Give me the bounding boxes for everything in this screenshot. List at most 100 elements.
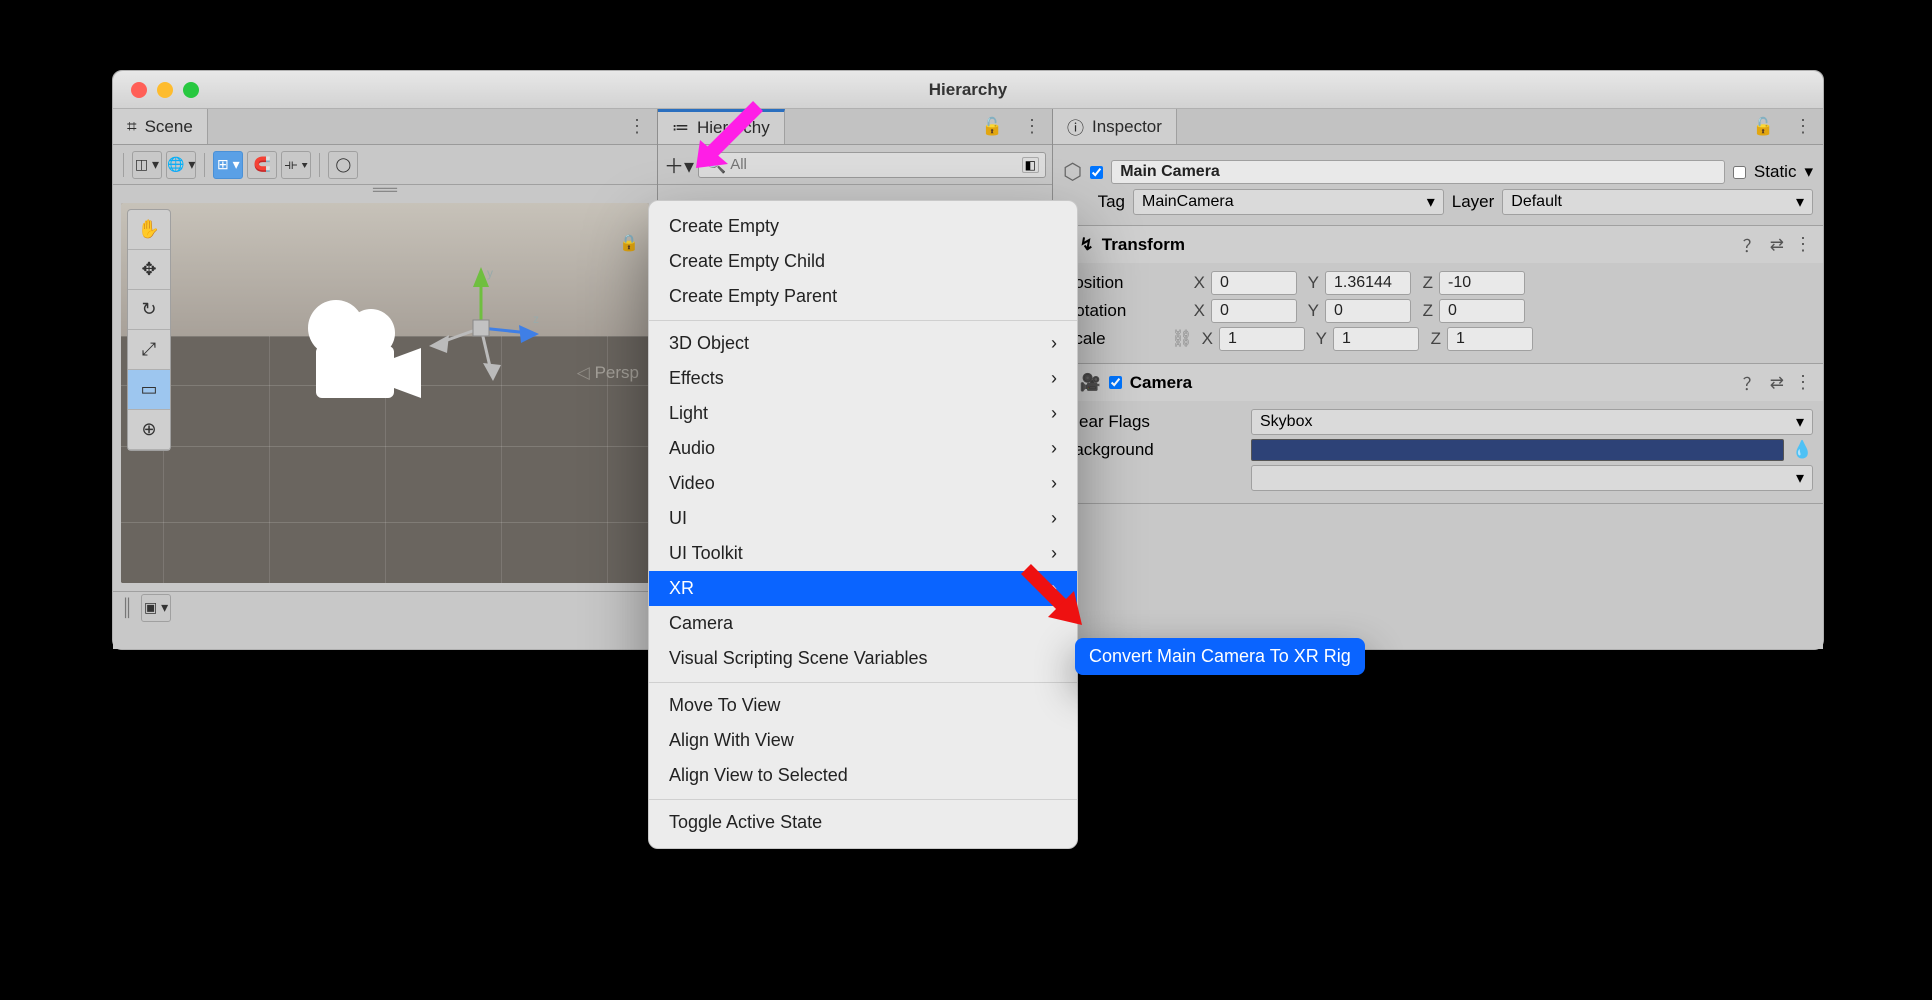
- snap-button[interactable]: 🧲: [247, 151, 277, 179]
- transform-tool[interactable]: ⊕: [128, 410, 170, 450]
- scene-footer: ║ ▣ ▾: [113, 591, 657, 623]
- info-icon: ⓘ: [1067, 114, 1084, 139]
- tab-label: Inspector: [1092, 117, 1162, 137]
- list-icon: ≔: [672, 118, 689, 138]
- static-checkbox[interactable]: [1733, 166, 1746, 179]
- name-field[interactable]: [1111, 160, 1725, 184]
- clear-flags-label: Clear Flags: [1063, 412, 1243, 432]
- help-icon[interactable]: ？: [1743, 370, 1760, 395]
- grid-toggle-button[interactable]: ⊞ ▾: [213, 151, 243, 179]
- inspector-lock[interactable]: 🔓: [1743, 109, 1784, 144]
- camera-gizmo-icon: [281, 298, 431, 408]
- hierarchy-options[interactable]: ⋮: [1013, 109, 1052, 144]
- hand-tool[interactable]: ✋: [128, 210, 170, 250]
- shading-mode-button[interactable]: ◫ ▾: [132, 151, 162, 179]
- static-dropdown-icon[interactable]: ▾: [1804, 162, 1813, 182]
- pos-x-field[interactable]: [1211, 271, 1297, 295]
- rot-x-field[interactable]: [1211, 299, 1297, 323]
- tab-scene[interactable]: ⌗ Scene: [113, 109, 208, 144]
- scene-pane: ⌗ Scene ⋮ ◫ ▾ 🌐 ▾ ⊞ ▾ 🧲 ⟛ ▾ ◯ ══: [113, 109, 658, 649]
- menu-item[interactable]: Create Empty Child: [649, 244, 1077, 279]
- increment-button[interactable]: ⟛ ▾: [281, 151, 311, 179]
- preset-icon[interactable]: ⇄: [1770, 235, 1784, 255]
- search-input[interactable]: [730, 156, 1017, 173]
- perspective-label[interactable]: ◁ Persp: [577, 363, 639, 383]
- link-icon[interactable]: ⛓: [1171, 329, 1191, 349]
- annotation-arrow-pink: [688, 96, 768, 176]
- kebab-icon: ⋮: [1794, 116, 1813, 137]
- help-icon[interactable]: ？: [1743, 232, 1760, 257]
- tab-inspector[interactable]: ⓘ Inspector: [1053, 109, 1177, 144]
- rot-y-field[interactable]: [1325, 299, 1411, 323]
- scl-y-field[interactable]: [1333, 327, 1419, 351]
- annotation-arrow-red: [1012, 555, 1092, 635]
- tag-dropdown[interactable]: MainCamera▾: [1133, 189, 1444, 215]
- pos-y-field[interactable]: [1325, 271, 1411, 295]
- menu-item[interactable]: Toggle Active State: [649, 799, 1077, 840]
- active-checkbox[interactable]: [1090, 166, 1103, 179]
- menu-item[interactable]: Create Empty Parent: [649, 279, 1077, 314]
- scl-z-field[interactable]: [1447, 327, 1533, 351]
- menu-item[interactable]: UI›: [649, 501, 1077, 536]
- background-color-field[interactable]: [1251, 439, 1784, 461]
- clear-flags-dropdown[interactable]: Skybox▾: [1251, 409, 1813, 435]
- scl-x-field[interactable]: [1219, 327, 1305, 351]
- rect-tool[interactable]: ▭: [128, 370, 170, 410]
- grid-icon: ⌗: [127, 117, 137, 137]
- scene-viewport[interactable]: 🔒 ✋ ✥ ↻ ⤢ ▭ ⊕ y: [121, 203, 649, 583]
- menu-item[interactable]: Visual Scripting Scene Variables: [649, 641, 1077, 676]
- axis-gizmo[interactable]: y z: [421, 263, 541, 383]
- inspector-pane: ⓘ Inspector 🔓 ⋮ ⬡ Static ▾ Tag: [1053, 109, 1823, 649]
- pos-z-field[interactable]: [1439, 271, 1525, 295]
- camera-component: ▾🎥Camera ？⇄⋮ Clear Flags Skybox▾ Backgro…: [1053, 364, 1823, 504]
- chevron-right-icon: ›: [1051, 473, 1057, 494]
- 2d-toggle-button[interactable]: 🌐 ▾: [166, 151, 196, 179]
- culling-dropdown[interactable]: ▾: [1251, 465, 1813, 491]
- kebab-icon[interactable]: ⋮: [1794, 234, 1813, 255]
- menu-item[interactable]: Align With View: [649, 723, 1077, 758]
- menu-item[interactable]: 3D Object›: [649, 320, 1077, 361]
- culling-mask-label: g: [1063, 468, 1243, 488]
- preset-icon[interactable]: ⇄: [1770, 373, 1784, 393]
- camera-enable-checkbox[interactable]: [1109, 376, 1122, 389]
- tab-options[interactable]: ⋮: [618, 109, 657, 144]
- chevron-down-icon: ▾: [1796, 468, 1804, 488]
- rotate-tool[interactable]: ↻: [128, 290, 170, 330]
- position-label: Position: [1063, 273, 1183, 293]
- pane-handle[interactable]: ══: [113, 185, 657, 195]
- layer-label: Layer: [1452, 192, 1495, 212]
- gizmo-button[interactable]: ◯: [328, 151, 358, 179]
- menu-item[interactable]: Create Empty: [649, 209, 1077, 244]
- transform-component: ▾↯Transform ？⇄⋮ Position X Y Z Rotation …: [1053, 226, 1823, 364]
- scale-tool[interactable]: ⤢: [128, 330, 170, 370]
- transform-header[interactable]: ▾↯Transform ？⇄⋮: [1053, 226, 1823, 263]
- gameobject-icon: ⬡: [1063, 159, 1082, 185]
- menu-item[interactable]: Audio›: [649, 431, 1077, 466]
- layer-dropdown[interactable]: Default▾: [1502, 189, 1813, 215]
- camera-header[interactable]: ▾🎥Camera ？⇄⋮: [1053, 364, 1823, 401]
- rot-z-field[interactable]: [1439, 299, 1525, 323]
- lock-icon[interactable]: 🔒: [619, 233, 639, 253]
- kebab-icon[interactable]: ⋮: [1794, 372, 1813, 393]
- inspector-tabrow: ⓘ Inspector 🔓 ⋮: [1053, 109, 1823, 145]
- kebab-icon: ⋮: [1023, 116, 1042, 137]
- menu-item[interactable]: Move To View: [649, 682, 1077, 723]
- create-context-menu: Create Empty Create Empty Child Create E…: [648, 200, 1078, 849]
- transform-icon: ↯: [1080, 235, 1094, 255]
- inspector-options[interactable]: ⋮: [1784, 109, 1823, 144]
- menu-item[interactable]: Align View to Selected: [649, 758, 1077, 793]
- eyedropper-icon[interactable]: 💧: [1792, 440, 1813, 460]
- gameobject-header: ⬡ Static ▾ Tag MainCamera▾ Layer Default…: [1053, 145, 1823, 226]
- menu-item[interactable]: Video›: [649, 466, 1077, 501]
- menu-item[interactable]: Light›: [649, 396, 1077, 431]
- menu-item[interactable]: Effects›: [649, 361, 1077, 396]
- layers-button[interactable]: ▣ ▾: [141, 594, 171, 622]
- hierarchy-lock[interactable]: 🔓: [972, 109, 1013, 144]
- camera-icon: 🎥: [1080, 373, 1101, 393]
- filter-icon[interactable]: ◧: [1022, 157, 1039, 173]
- chevron-right-icon: ›: [1051, 403, 1057, 424]
- chevron-right-icon: ›: [1051, 368, 1057, 389]
- move-tool[interactable]: ✥: [128, 250, 170, 290]
- xr-submenu-item[interactable]: Convert Main Camera To XR Rig: [1075, 638, 1365, 675]
- chevron-right-icon: ›: [1051, 508, 1057, 529]
